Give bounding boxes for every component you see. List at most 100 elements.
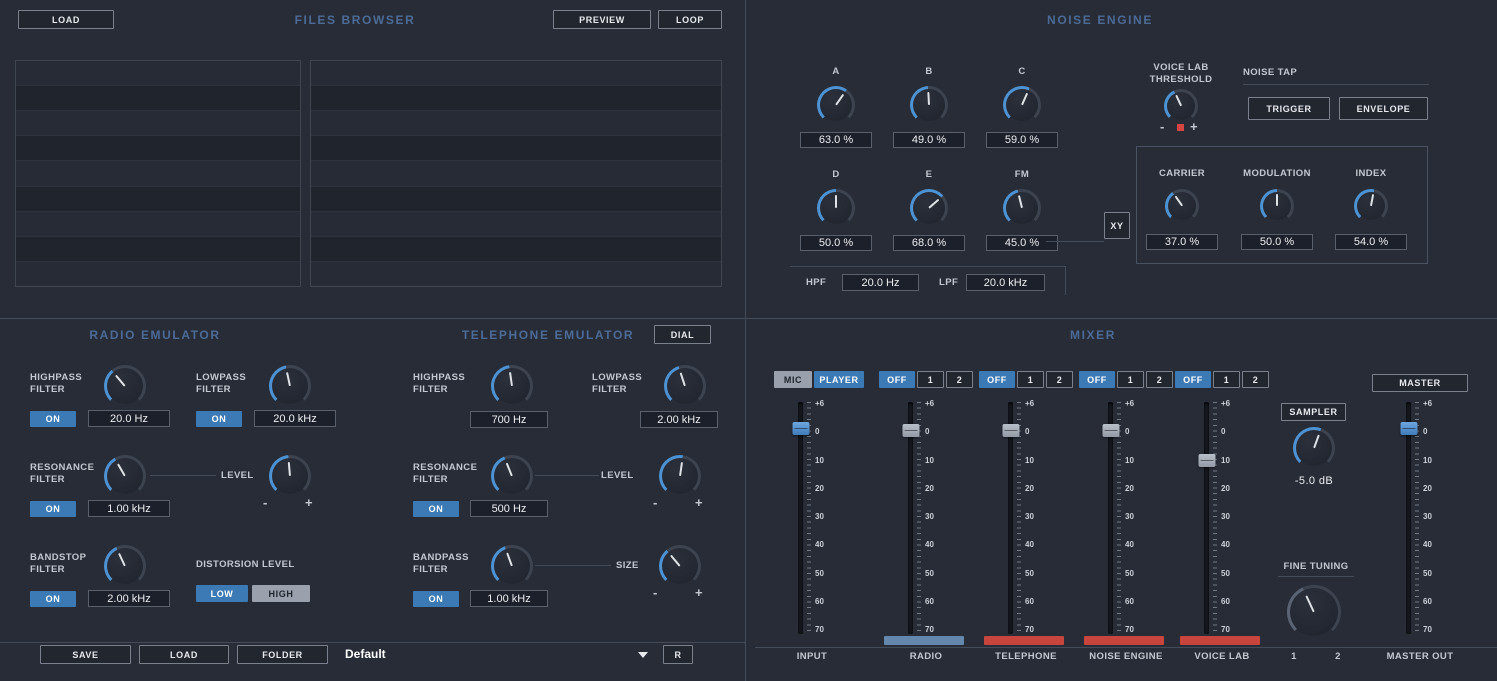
envelope-button[interactable]: ENVELOPE [1339, 97, 1428, 120]
file-row[interactable] [16, 262, 300, 286]
knob-c-value[interactable]: 59.0 % [986, 132, 1058, 148]
tel-resonance-knob[interactable] [491, 455, 533, 497]
radio-lowpass-on-button[interactable]: ON [196, 411, 242, 427]
telephone-fader-track[interactable] [1008, 402, 1013, 634]
tel-bandpass-on-button[interactable]: ON [413, 591, 459, 607]
knob-a[interactable] [817, 86, 855, 124]
radio-bandstop-value[interactable]: 2.00 kHz [88, 590, 170, 607]
voicelab-fader-track[interactable] [1204, 402, 1209, 634]
radio-fader-handle[interactable] [902, 424, 919, 437]
file-row[interactable] [16, 111, 300, 136]
file-row[interactable] [311, 111, 721, 136]
voicelab-fader[interactable]: +6010203040506070 [1204, 402, 1230, 634]
folder-list[interactable] [15, 60, 301, 287]
file-row[interactable] [311, 86, 721, 111]
noise-off-button[interactable]: OFF [1079, 371, 1115, 388]
knob-fm-value[interactable]: 45.0 % [986, 235, 1058, 251]
loop-button[interactable]: LOOP [658, 10, 722, 29]
file-row[interactable] [311, 212, 721, 237]
knob-b[interactable] [910, 86, 948, 124]
radio-resonance-knob[interactable] [104, 455, 146, 497]
input-fader[interactable]: +6010203040506070 [798, 402, 824, 634]
file-row[interactable] [16, 61, 300, 86]
tel-resonance-value[interactable]: 500 Hz [470, 500, 548, 517]
tel-resonance-on-button[interactable]: ON [413, 501, 459, 517]
file-row[interactable] [311, 262, 721, 286]
radio-fader-track[interactable] [908, 402, 913, 634]
knob-c[interactable] [1003, 86, 1041, 124]
radio-fader[interactable]: +6010203040506070 [908, 402, 934, 634]
telephone-fader-handle[interactable] [1002, 424, 1019, 437]
preview-button[interactable]: PREVIEW [553, 10, 651, 29]
tel-lowpass-value[interactable]: 2.00 kHz [640, 411, 718, 428]
radio-resonance-on-button[interactable]: ON [30, 501, 76, 517]
file-row[interactable] [16, 187, 300, 212]
distorsion-low-button[interactable]: LOW [196, 585, 248, 602]
file-row[interactable] [16, 161, 300, 186]
file-row[interactable] [311, 187, 721, 212]
tel-lowpass-knob[interactable] [664, 365, 706, 407]
lpf-value[interactable]: 20.0 kHz [966, 274, 1045, 291]
sampler-value[interactable]: -5.0 dB [1283, 475, 1345, 487]
noise-2-button[interactable]: 2 [1146, 371, 1173, 388]
telephone-fader[interactable]: +6010203040506070 [1008, 402, 1034, 634]
modulation-value[interactable]: 50.0 % [1241, 234, 1313, 250]
noise-fader[interactable]: +6010203040506070 [1108, 402, 1134, 634]
file-list[interactable] [310, 60, 722, 287]
telephone-1-button[interactable]: 1 [1017, 371, 1044, 388]
radio-level-knob[interactable] [269, 455, 311, 497]
telephone-off-button[interactable]: OFF [979, 371, 1015, 388]
radio-2-button[interactable]: 2 [946, 371, 973, 388]
file-row[interactable] [16, 86, 300, 111]
hpf-value[interactable]: 20.0 Hz [842, 274, 919, 291]
file-row[interactable] [16, 136, 300, 161]
dial-button[interactable]: DIAL [654, 325, 711, 344]
carrier-knob[interactable] [1165, 189, 1199, 223]
randomize-button[interactable]: R [663, 645, 693, 664]
radio-bandstop-on-button[interactable]: ON [30, 591, 76, 607]
tel-bandpass-knob[interactable] [491, 545, 533, 587]
knob-d-value[interactable]: 50.0 % [800, 235, 872, 251]
radio-highpass-knob[interactable] [104, 365, 146, 407]
index-value[interactable]: 54.0 % [1335, 234, 1407, 250]
tel-highpass-knob[interactable] [491, 365, 533, 407]
voicelab-2-button[interactable]: 2 [1242, 371, 1269, 388]
file-row[interactable] [311, 161, 721, 186]
save-button[interactable]: SAVE [40, 645, 131, 664]
load-file-button[interactable]: LOAD [18, 10, 114, 29]
radio-off-button[interactable]: OFF [879, 371, 915, 388]
master-fader[interactable]: +6010203040506070 [1406, 402, 1432, 634]
radio-resonance-value[interactable]: 1.00 kHz [88, 500, 170, 517]
fine-tuning-knob[interactable] [1287, 585, 1341, 639]
file-row[interactable] [311, 237, 721, 262]
tel-highpass-value[interactable]: 700 Hz [470, 411, 548, 428]
input-player-button[interactable]: PLAYER [814, 371, 864, 388]
master-fader-handle[interactable] [1400, 422, 1417, 435]
telephone-2-button[interactable]: 2 [1046, 371, 1073, 388]
voicelab-off-button[interactable]: OFF [1175, 371, 1211, 388]
input-mic-button[interactable]: MIC [774, 371, 812, 388]
voice-lab-threshold-knob[interactable] [1164, 89, 1198, 123]
radio-highpass-on-button[interactable]: ON [30, 411, 76, 427]
knob-b-value[interactable]: 49.0 % [893, 132, 965, 148]
preset-dropdown[interactable]: Default [340, 644, 652, 665]
radio-highpass-value[interactable]: 20.0 Hz [88, 410, 170, 427]
load-preset-button[interactable]: LOAD [139, 645, 229, 664]
dropdown-arrow-icon[interactable] [638, 652, 648, 658]
knob-d[interactable] [817, 189, 855, 227]
trigger-button[interactable]: TRIGGER [1248, 97, 1330, 120]
knob-a-value[interactable]: 63.0 % [800, 132, 872, 148]
folder-button[interactable]: FOLDER [237, 645, 328, 664]
voicelab-1-button[interactable]: 1 [1213, 371, 1240, 388]
sampler-knob[interactable] [1293, 427, 1335, 469]
input-fader-handle[interactable] [792, 422, 809, 435]
file-row[interactable] [16, 237, 300, 262]
radio-lowpass-value[interactable]: 20.0 kHz [254, 410, 336, 427]
modulation-knob[interactable] [1260, 189, 1294, 223]
file-row[interactable] [16, 212, 300, 237]
noise-fader-handle[interactable] [1102, 424, 1119, 437]
file-row[interactable] [311, 61, 721, 86]
index-knob[interactable] [1354, 189, 1388, 223]
master-fader-track[interactable] [1406, 402, 1411, 634]
distorsion-high-button[interactable]: HIGH [252, 585, 310, 602]
